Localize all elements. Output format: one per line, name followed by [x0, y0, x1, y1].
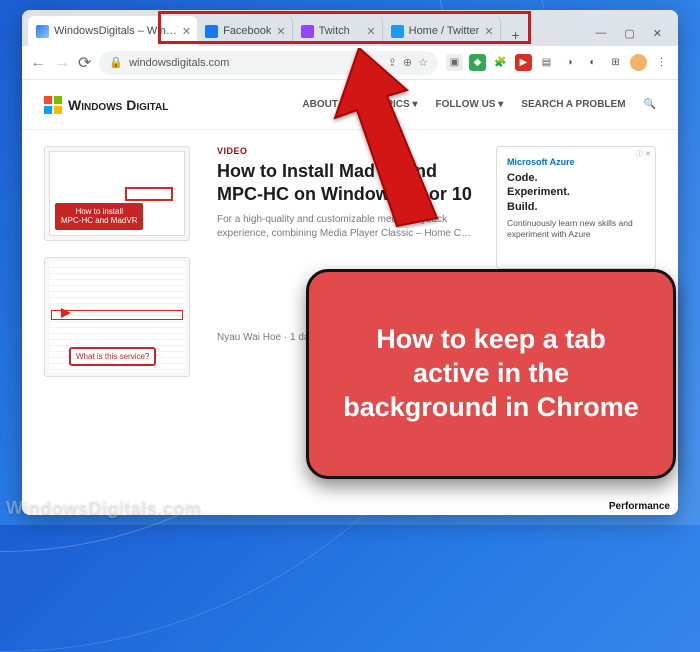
favicon-facebook [205, 25, 218, 38]
reload-button[interactable]: ⟳ [78, 53, 91, 73]
ad-box[interactable]: ⓘ ✕ Microsoft Azure Code. Experiment. Bu… [496, 146, 656, 269]
translate-icon[interactable]: ⊕ [403, 56, 412, 69]
address-bar: ← → ⟳ 🔒 windowsdigitals.com ⇪ ⊕ ☆ ▣ ◆ 🧩 … [22, 46, 678, 80]
back-button[interactable]: ← [30, 54, 46, 72]
tab-label: Facebook [223, 25, 271, 37]
lock-icon: 🔒 [109, 56, 123, 69]
article-thumb-2[interactable]: What is this service? [44, 257, 190, 377]
article-category[interactable]: VIDEO [217, 146, 478, 156]
site-nav: ABOUT US TOPICS ▾ FOLLOW US ▾ SEARCH A P… [302, 99, 656, 110]
callout-text: How to keep a tab active in the backgrou… [335, 323, 647, 424]
extension-icon[interactable]: ◆ [469, 54, 486, 71]
extension-icon[interactable]: ▤ [538, 54, 555, 71]
nav-topics[interactable]: TOPICS ▾ [373, 99, 418, 110]
maximize-button[interactable]: ▢ [624, 27, 634, 40]
favicon-twitch [301, 25, 314, 38]
close-window-button[interactable]: ✕ [653, 27, 662, 40]
site-logo[interactable]: Windows Digital [44, 96, 168, 114]
site-logo-text: Windows Digital [68, 97, 168, 113]
ad-brand: Microsoft Azure [507, 157, 645, 167]
favicon-windowsdigitals [36, 25, 49, 38]
close-tab-icon[interactable]: ✕ [276, 25, 285, 38]
tab-twitter[interactable]: Home / Twitter ✕ [383, 16, 501, 46]
extension-icon[interactable]: ▣ [446, 54, 463, 71]
extension-row: ▣ ◆ 🧩 ▶ ▤ ◑ ◐ ⊞ ⋮ [446, 54, 670, 71]
article-title[interactable]: How to Install MadVR and MPC-HC on Windo… [217, 160, 478, 205]
new-tab-button[interactable]: + [505, 24, 527, 46]
extension-icon[interactable]: ⊞ [607, 54, 624, 71]
tab-facebook[interactable]: Facebook ✕ [197, 16, 293, 46]
article-thumbs: How to install MPC-HC and MadVR What is … [44, 146, 199, 393]
article-excerpt: For a high-quality and customizable medi… [217, 213, 478, 241]
extension-icon[interactable]: ▶ [515, 54, 532, 71]
nav-search-link[interactable]: SEARCH A PROBLEM [521, 99, 625, 110]
watermark: WindowsDigitals.com [6, 498, 201, 519]
star-icon[interactable]: ☆ [418, 56, 428, 69]
thumb-badge: What is this service? [69, 347, 156, 366]
performance-heading: Performance [609, 501, 670, 512]
close-tab-icon[interactable]: ✕ [182, 25, 191, 38]
window-controls: — ▢ ✕ [595, 27, 672, 46]
highlight-rect [125, 187, 173, 201]
url-field[interactable]: 🔒 windowsdigitals.com ⇪ ⊕ ☆ [99, 51, 438, 75]
tab-label: WindowsDigitals – Win… [54, 25, 177, 37]
tab-label: Twitch [319, 25, 362, 37]
nav-about[interactable]: ABOUT US [302, 99, 354, 110]
minimize-button[interactable]: — [595, 27, 606, 40]
nav-follow[interactable]: FOLLOW US ▾ [435, 99, 503, 110]
close-tab-icon[interactable]: ✕ [484, 25, 493, 38]
forward-button[interactable]: → [54, 54, 70, 72]
url-text: windowsdigitals.com [129, 57, 229, 69]
annotation-callout: How to keep a tab active in the backgrou… [306, 269, 676, 479]
extension-icon[interactable]: 🧩 [492, 54, 509, 71]
ad-text: Continuously learn new skills and experi… [507, 218, 645, 240]
ad-controls[interactable]: ⓘ ✕ [636, 149, 651, 159]
windows-logo-icon [44, 96, 62, 114]
favicon-twitter [391, 25, 404, 38]
site-header: Windows Digital ABOUT US TOPICS ▾ FOLLOW… [22, 80, 678, 130]
ad-headline: Code. Experiment. Build. [507, 171, 645, 214]
article-thumb-1[interactable]: How to install MPC-HC and MadVR [44, 146, 190, 241]
thumb-badge: How to install MPC-HC and MadVR [53, 201, 145, 232]
tab-strip: WindowsDigitals – Win… ✕ Facebook ✕ Twit… [22, 10, 678, 46]
tab-active[interactable]: WindowsDigitals – Win… ✕ [28, 16, 197, 46]
menu-button[interactable]: ⋮ [653, 54, 670, 71]
profile-avatar[interactable] [630, 54, 647, 71]
close-tab-icon[interactable]: ✕ [366, 25, 375, 38]
arrow-icon [61, 308, 71, 318]
share-icon[interactable]: ⇪ [388, 56, 397, 69]
extension-icon[interactable]: ◑ [561, 54, 578, 71]
tab-label: Home / Twitter [409, 25, 480, 37]
search-icon[interactable]: 🔍 [644, 99, 656, 110]
tab-twitch[interactable]: Twitch ✕ [293, 16, 383, 46]
extension-icon[interactable]: ◐ [584, 54, 601, 71]
